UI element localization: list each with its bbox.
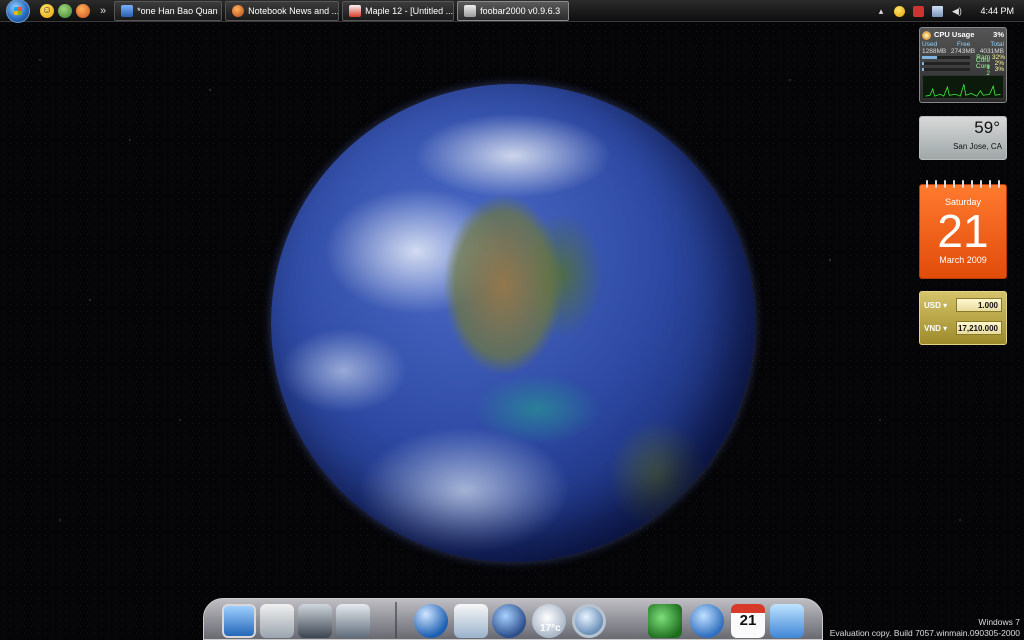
calendar-date: 21 <box>937 205 989 257</box>
quick-launch: ☺ <box>40 3 90 18</box>
green-dragon-icon[interactable] <box>648 604 682 638</box>
task-label: Maple 12 - [Untitled ... <box>365 5 454 16</box>
finder-icon[interactable] <box>770 604 804 638</box>
task-label: *one Han Bao Quan ... <box>137 5 223 16</box>
core1-bar-fill <box>922 62 924 66</box>
firefox-icon <box>232 4 245 17</box>
cpu-usage-gadget[interactable]: CPU Usage 3% Used Free Total 1288MB 2743… <box>919 27 1007 103</box>
task-foobar[interactable]: foobar2000 v0.9.6.3 <box>457 0 570 21</box>
calendar-month-year: March 2009 <box>939 255 987 265</box>
quick-launch-overflow[interactable]: » <box>100 5 106 17</box>
start-button[interactable] <box>6 0 30 23</box>
task-messenger[interactable]: *one Han Bao Quan ... <box>114 0 223 21</box>
maple-icon <box>349 4 362 17</box>
currency-row-usd: USD ▾ 1.000 <box>924 296 1002 314</box>
firefox-icon[interactable] <box>76 3 90 18</box>
computer-icon[interactable] <box>298 604 332 638</box>
windows-watermark: Windows 7 Evaluation copy. Build 7057.wi… <box>830 617 1020 639</box>
media-player-icon[interactable] <box>492 604 526 638</box>
cpu-history-graph <box>922 74 1004 99</box>
weather-gadget[interactable]: 59° San Jose, CA <box>919 116 1007 160</box>
dock-weather-temperature: 17°c <box>540 623 561 634</box>
cpu-header: CPU Usage 3% <box>922 30 1004 40</box>
task-maple[interactable]: Maple 12 - [Untitled ... <box>342 0 455 21</box>
search-icon[interactable] <box>572 604 606 638</box>
mem-header-total: Total <box>990 40 1004 48</box>
earth-wallpaper <box>271 84 755 562</box>
calendar-rings <box>926 180 1000 188</box>
cpu-total-percent: 3% <box>993 30 1004 40</box>
volume-icon[interactable]: ◀) <box>951 6 962 17</box>
currency-select-usd[interactable]: USD ▾ <box>924 301 956 310</box>
smiley-icon[interactable] <box>894 5 906 17</box>
watermark-build: Evaluation copy. Build 7057.winmain.0903… <box>829 628 1020 638</box>
mem-used: 1288MB <box>922 47 947 55</box>
documents-icon[interactable] <box>260 604 294 638</box>
dock-separator <box>395 602 397 638</box>
watermark-os: Windows 7 <box>978 617 1020 627</box>
task-firefox[interactable]: Notebook News and ... <box>225 0 340 21</box>
clock[interactable]: 4:44 PM <box>980 6 1014 16</box>
core2-row: Core 2 3% <box>922 63 1004 77</box>
messenger-icon <box>121 4 134 17</box>
smiley-icon[interactable]: ☺ <box>40 3 54 18</box>
currency-value-vnd[interactable]: 17,210.000 <box>956 321 1002 335</box>
mail-icon[interactable] <box>454 604 488 638</box>
cpu-title: CPU Usage <box>934 30 975 39</box>
gauge-icon <box>922 30 931 40</box>
memory-headers: Used Free Total <box>922 41 1004 48</box>
mem-header-free: Free <box>957 40 971 48</box>
currency-gadget[interactable]: USD ▾ 1.000 VND ▾ 17,210.000 <box>919 291 1007 345</box>
network-icon[interactable] <box>932 5 944 17</box>
calendar-gadget[interactable]: Saturday 21 March 2009 <box>919 180 1007 279</box>
taskbar: ☺ » *one Han Bao Quan ... Notebook News … <box>0 0 1024 23</box>
weather-city: San Jose, CA <box>953 142 1002 151</box>
foobar-icon <box>464 4 477 17</box>
currency-select-vnd[interactable]: VND ▾ <box>924 324 956 333</box>
dock-calendar-date: 21 <box>739 612 757 629</box>
ram-bar-fill <box>922 56 938 60</box>
core2-percent: 3% <box>994 66 1004 74</box>
contacts-icon[interactable] <box>58 3 72 18</box>
network-globe-icon[interactable] <box>414 604 448 638</box>
currency-value-usd[interactable]: 1.000 <box>956 298 1002 312</box>
stop-icon[interactable] <box>913 5 925 17</box>
monitor-icon[interactable] <box>222 604 256 638</box>
system-tray: ▴ ◀) 4:44 PM <box>875 0 1024 22</box>
currency-row-vnd: VND ▾ 17,210.000 <box>924 319 1002 337</box>
core2-bar-fill <box>922 68 924 72</box>
music-icon[interactable] <box>336 604 370 638</box>
tray-expand-icon[interactable]: ▴ <box>875 6 886 17</box>
mem-header-used: Used <box>922 40 938 48</box>
settings-icon[interactable] <box>690 604 724 638</box>
weather-temperature: 59° <box>974 118 1000 137</box>
task-label: Notebook News and ... <box>248 5 340 16</box>
task-label: foobar2000 v0.9.6.3 <box>480 5 561 16</box>
